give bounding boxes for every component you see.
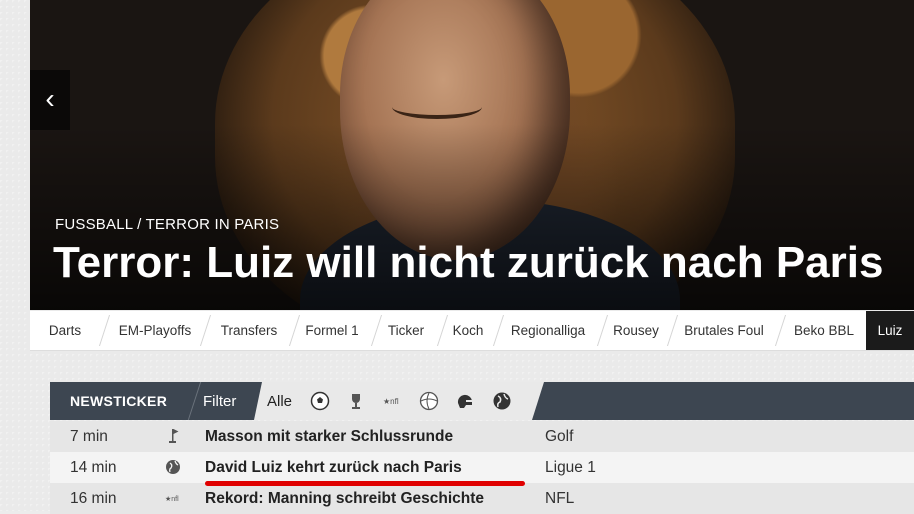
nfl-icon: ★nfl	[165, 490, 181, 506]
tag-brutales-foul[interactable]: Brutales Foul	[674, 311, 774, 350]
globe-icon[interactable]	[492, 391, 512, 411]
hero-kicker[interactable]: FUSSBALL / TERROR IN PARIS	[55, 216, 279, 233]
red-underline-annotation	[205, 481, 525, 486]
svg-text:★nfl: ★nfl	[383, 397, 399, 406]
soccer-ball-icon[interactable]	[310, 391, 330, 411]
nfl-icon[interactable]: ★nfl	[382, 391, 402, 411]
newsticker-header: NEWSTICKER Filter Alle ★nfl	[50, 382, 914, 420]
row-time: 14 min	[70, 459, 117, 476]
globe-icon	[165, 459, 181, 475]
golf-icon	[165, 428, 181, 444]
europa-league-icon[interactable]	[346, 391, 366, 411]
row-category[interactable]: Golf	[545, 421, 573, 452]
hero-title[interactable]: Terror: Luiz will nicht zurück nach Pari…	[53, 236, 883, 290]
row-headline[interactable]: Masson mit starker Schlussrunde	[205, 421, 453, 452]
helmet-icon[interactable]	[455, 391, 475, 411]
ticker-row[interactable]: 7 min Masson mit starker Schlussrunde Go…	[50, 421, 914, 452]
topic-tag-bar: Darts EM-Playoffs Transfers Formel 1 Tic…	[30, 311, 914, 351]
ticker-row[interactable]: 14 min David Luiz kehrt zurück nach Pari…	[50, 452, 914, 483]
tag-luiz-active[interactable]: Luiz	[866, 311, 914, 350]
row-category[interactable]: NFL	[545, 483, 574, 514]
newsticker-title[interactable]: NEWSTICKER	[70, 382, 167, 421]
filter-tabs: Alle ★nfl	[254, 382, 544, 420]
row-time: 16 min	[70, 490, 117, 507]
volleyball-icon[interactable]	[419, 391, 439, 411]
filter-all-tab[interactable]: Alle	[267, 382, 292, 421]
filter-label[interactable]: Filter	[203, 382, 236, 421]
row-headline[interactable]: Rekord: Manning schreibt Geschichte	[205, 483, 484, 514]
svg-text:★nfl: ★nfl	[165, 495, 179, 503]
row-category[interactable]: Ligue 1	[545, 452, 596, 483]
row-headline[interactable]: David Luiz kehrt zurück nach Paris	[205, 452, 462, 483]
carousel-prev-button[interactable]: ‹	[30, 70, 70, 130]
row-time: 7 min	[70, 428, 108, 445]
tag-regionalliga[interactable]: Regionalliga	[498, 311, 598, 350]
tag-beko-bbl[interactable]: Beko BBL	[782, 311, 866, 350]
hero-image[interactable]: ‹ FUSSBALL / TERROR IN PARIS Terror: Lui…	[30, 0, 914, 310]
header-separator	[175, 382, 202, 420]
ticker-row[interactable]: 16 min ★nfl Rekord: Manning schreibt Ges…	[50, 483, 914, 514]
